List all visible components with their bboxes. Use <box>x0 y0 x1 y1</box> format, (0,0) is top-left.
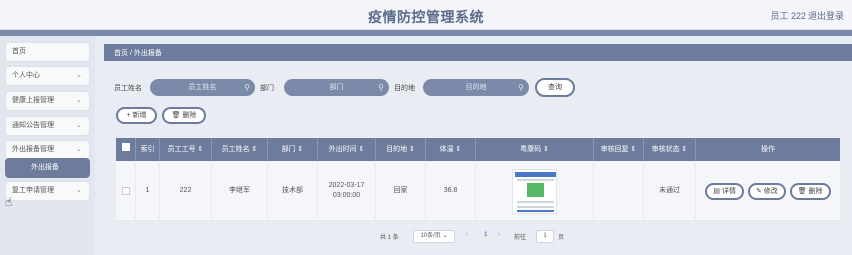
hand-cursor-icon: ☝ <box>5 195 13 209</box>
chevron-down-icon: ⌄ <box>76 146 82 153</box>
sidebar-item-label: 外出报备管理 <box>12 146 54 153</box>
column-header[interactable]: 审核状态 ⇕ <box>644 138 696 161</box>
sidebar-item-label: 首页 <box>12 48 26 55</box>
pagination-total: 共 1 条 <box>380 235 399 241</box>
cell-employee-no: 222 <box>160 161 212 221</box>
cell-destination: 回家 <box>376 161 426 221</box>
sidebar-item-return-work[interactable]: 复工申请管理 ⌄ <box>5 181 90 201</box>
destination-input[interactable]: 目的地 ⚲ <box>423 79 529 96</box>
chevron-down-icon: ⌄ <box>76 187 82 194</box>
header-band <box>0 30 852 36</box>
top-header: 疫情防控管理系统 员工 222 退出登录 <box>0 0 852 30</box>
search-icon: ⚲ <box>518 83 524 92</box>
sidebar-item-home[interactable]: 首页 <box>5 42 90 62</box>
column-header[interactable]: 粤康码 ⇕ <box>476 138 594 161</box>
sidebar-item-health-report[interactable]: 健康上报管理 ⌄ <box>5 91 90 111</box>
delete-button[interactable]: 🗑 删除 <box>162 107 206 124</box>
cell-health-code <box>476 161 594 221</box>
edit-button[interactable]: ✎ 修改 <box>747 182 786 200</box>
app-title: 疫情防控管理系统 <box>368 9 484 25</box>
goto-label: 前往 <box>514 235 527 241</box>
query-button[interactable]: 查询 <box>535 78 575 97</box>
cell-temperature: 36.8 <box>426 161 476 221</box>
page-size-select[interactable]: 10条/页 ⌄ <box>413 230 455 243</box>
column-header[interactable]: 员工工号 ⇕ <box>160 138 212 161</box>
add-button[interactable]: + 新增 <box>116 107 157 124</box>
page-suffix: 页 <box>558 235 565 241</box>
column-header[interactable]: 外出时间 ⇕ <box>318 138 376 161</box>
cell-review-reply <box>594 161 644 221</box>
destination-label: 目的地 <box>394 85 415 92</box>
search-bar: 员工姓名 员工姓名 ⚲ 部门 部门 ⚲ 目的地 目的地 ⚲ 查询 <box>104 78 852 97</box>
next-page-button[interactable]: › <box>498 232 500 238</box>
breadcrumb-text: 首页 / 外出报备 <box>114 50 162 57</box>
chevron-down-icon: ⌄ <box>76 97 82 104</box>
employee-name-input[interactable]: 员工姓名 ⚲ <box>150 79 255 96</box>
sidebar-item-profile[interactable]: 个人中心 ⌄ <box>5 66 90 86</box>
user-name: 员工 222 <box>770 11 806 21</box>
row-checkbox[interactable] <box>116 161 136 221</box>
employee-name-label: 员工姓名 <box>114 85 142 92</box>
select-all-checkbox[interactable] <box>116 138 136 161</box>
table-row: 1 222 李继军 技术部 2022-03-17 03:00:00 回家 36.… <box>116 161 840 221</box>
search-icon: ⚲ <box>378 83 384 92</box>
column-header[interactable]: 体温 ⇕ <box>426 138 476 161</box>
column-header[interactable]: 员工姓名 ⇕ <box>212 138 268 161</box>
chevron-down-icon: ⌄ <box>76 122 82 129</box>
column-header: 操作 <box>761 146 775 153</box>
cell-operations: ▤ 详情 ✎ 修改 🗑 删除 <box>696 161 840 221</box>
breadcrumb: 首页 / 外出报备 <box>104 44 852 61</box>
row-delete-button[interactable]: 🗑 删除 <box>789 182 831 200</box>
sidebar-item-label: 复工申请管理 <box>12 187 54 194</box>
search-icon: ⚲ <box>244 83 250 92</box>
cell-out-time: 2022-03-17 03:00:00 <box>318 161 376 221</box>
sidebar-item-label: 健康上报管理 <box>12 97 54 104</box>
detail-button[interactable]: ▤ 详情 <box>705 182 744 200</box>
goto-page-input[interactable]: 1 <box>536 230 554 243</box>
table-header: 索引 员工工号 ⇕ 员工姓名 ⇕ 部门 ⇕ 外出时间 ⇕ 目的地 ⇕ 体温 ⇕ … <box>116 138 840 161</box>
sidebar: 首页 个人中心 ⌄ 健康上报管理 ⌄ 通知公告管理 ⌄ 外出报备管理 ⌄ 外出报… <box>0 36 95 255</box>
cell-review-status: 未通过 <box>644 161 696 221</box>
sidebar-item-label: 通知公告管理 <box>12 122 54 129</box>
sidebar-item-label: 个人中心 <box>12 72 40 79</box>
cell-department: 技术部 <box>268 161 318 221</box>
health-code-image[interactable] <box>512 168 557 214</box>
sidebar-item-outing[interactable]: 外出报备管理 ⌄ <box>5 140 90 160</box>
prev-page-button[interactable]: ‹ <box>466 232 468 238</box>
data-table: 索引 员工工号 ⇕ 员工姓名 ⇕ 部门 ⇕ 外出时间 ⇕ 目的地 ⇕ 体温 ⇕ … <box>104 138 852 228</box>
column-header[interactable]: 部门 ⇕ <box>268 138 318 161</box>
sidebar-item-label: 外出报备 <box>31 164 59 171</box>
department-label: 部门 <box>260 85 274 92</box>
chevron-down-icon: ⌄ <box>76 72 82 79</box>
logout-link[interactable]: 退出登录 <box>808 9 844 22</box>
cell-employee-name: 李继军 <box>212 161 268 221</box>
sidebar-item-notice[interactable]: 通知公告管理 ⌄ <box>5 116 90 136</box>
column-header[interactable]: 审核回复 ⇕ <box>594 138 644 161</box>
column-header: 索引 <box>136 138 160 161</box>
sidebar-subitem-outing-report[interactable]: 外出报备 <box>5 158 90 178</box>
current-page[interactable]: 1 <box>484 232 487 238</box>
cell-index: 1 <box>136 161 160 221</box>
department-input[interactable]: 部门 ⚲ <box>284 79 389 96</box>
column-header[interactable]: 目的地 ⇕ <box>376 138 426 161</box>
